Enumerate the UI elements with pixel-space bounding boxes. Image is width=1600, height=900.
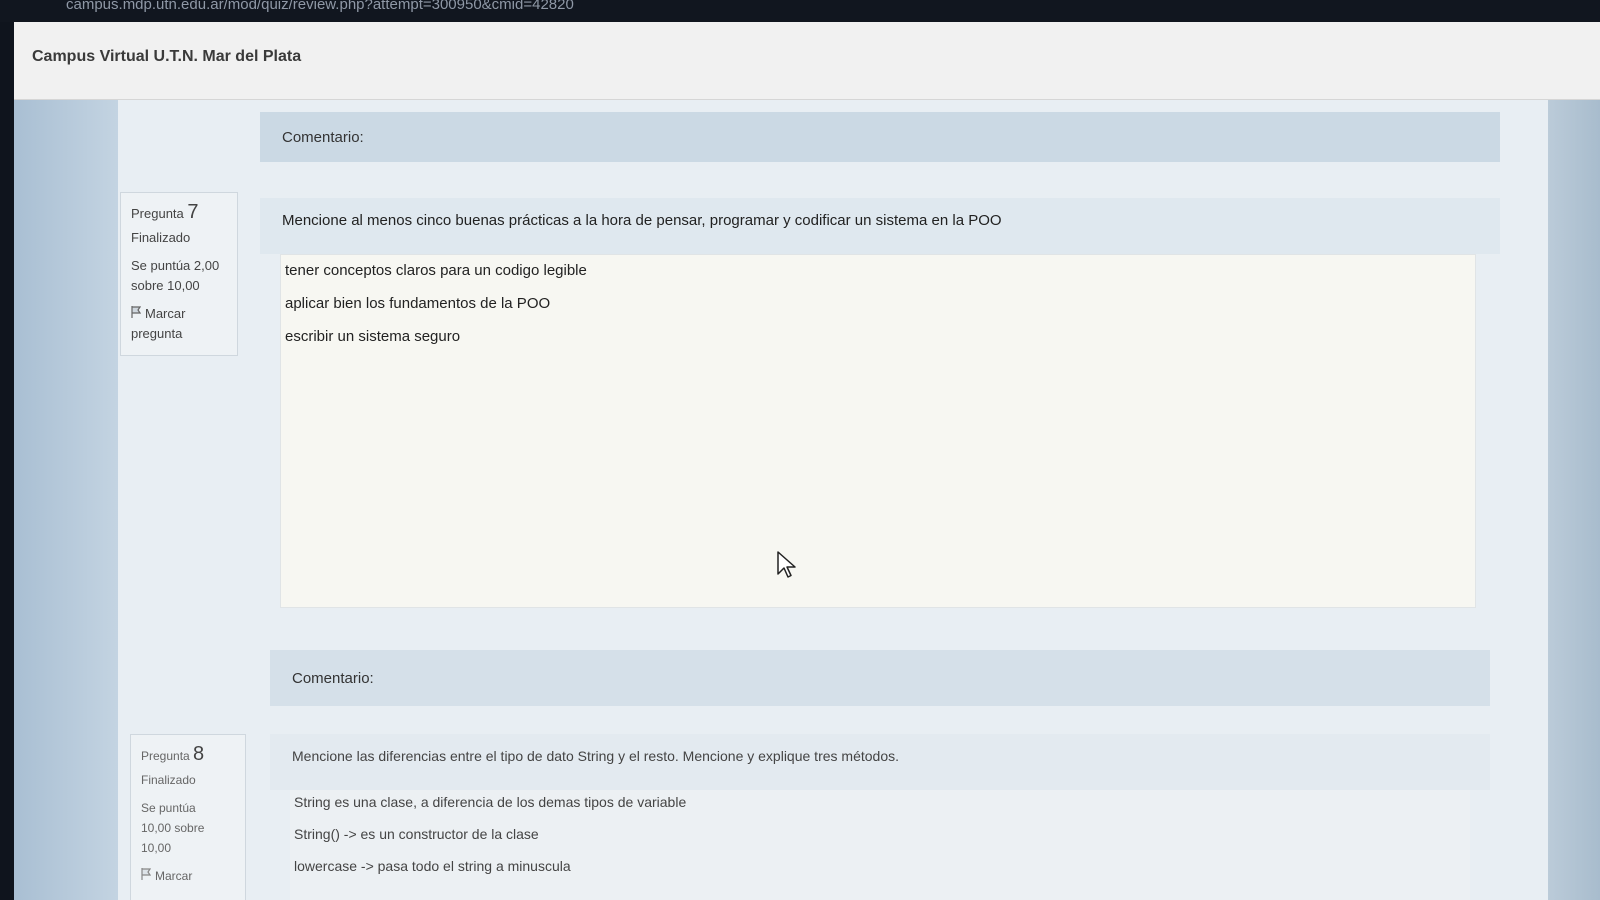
comment-label: Comentario: (292, 669, 374, 687)
flag-label-1: Marcar (145, 306, 186, 321)
answer-line: String es una clase, a diferencia de los… (294, 794, 687, 810)
flag-icon (131, 304, 142, 324)
answer-line: lowercase -> pasa todo el string a minus… (294, 858, 571, 874)
question-label: Pregunta (131, 206, 184, 221)
answer-line: escribir un sistema seguro (285, 328, 461, 345)
question-7-text: Mencione al menos cinco buenas prácticas… (260, 198, 1500, 254)
question-7-comment-bar: Comentario: (270, 650, 1490, 706)
answer-line: tener conceptos claros para un codigo le… (285, 262, 587, 279)
question-8-text: Mencione las diferencias entre el tipo d… (270, 734, 1490, 790)
answer-line: String() -> es un constructor de la clas… (294, 826, 539, 842)
site-header: Campus Virtual U.T.N. Mar del Plata (14, 22, 1600, 100)
question-number: 7 (187, 201, 199, 223)
answer-line: aplicar bien los fundamentos de la POO (285, 295, 551, 312)
browser-url-bar[interactable]: campus.mdp.utn.edu.ar/mod/quiz/review.ph… (0, 0, 1600, 22)
flag-question-button[interactable]: Marcar pregunta (131, 304, 227, 344)
question-7-info: Pregunta 7 Finalizado Se puntúa 2,00 sob… (120, 192, 238, 356)
browser-viewport: Campus Virtual U.T.N. Mar del Plata Come… (14, 22, 1600, 900)
comment-label: Comentario: (282, 128, 364, 146)
question-score-line-2: sobre 10,00 (131, 278, 200, 293)
question-status: Finalizado (141, 773, 196, 787)
question-7-answer-box[interactable]: tener conceptos claros para un codigo le… (280, 254, 1476, 608)
flag-icon (141, 866, 152, 886)
site-title[interactable]: Campus Virtual U.T.N. Mar del Plata (32, 48, 301, 66)
question-score-line-3: 10,00 (141, 841, 172, 855)
question-8-info: Pregunta 8 Finalizado Se puntúa 10,00 so… (130, 734, 246, 900)
mouse-pointer-icon (776, 550, 798, 585)
question-number: 8 (193, 743, 205, 765)
flag-label-2: pregunta (131, 326, 183, 341)
question-label: Pregunta (141, 749, 190, 763)
flag-label-1: Marcar (155, 869, 193, 883)
flag-question-button[interactable]: Marcar (141, 866, 235, 886)
question-score-line-2: 10,00 sobre (141, 821, 205, 835)
question-score-line-1: Se puntúa (141, 801, 196, 815)
previous-comment-bar: Comentario: (260, 112, 1500, 162)
question-score-line-1: Se puntúa 2,00 (131, 258, 220, 273)
question-status: Finalizado (131, 230, 191, 245)
question-8-answer-box[interactable]: String es una clase, a diferencia de los… (290, 790, 1470, 900)
